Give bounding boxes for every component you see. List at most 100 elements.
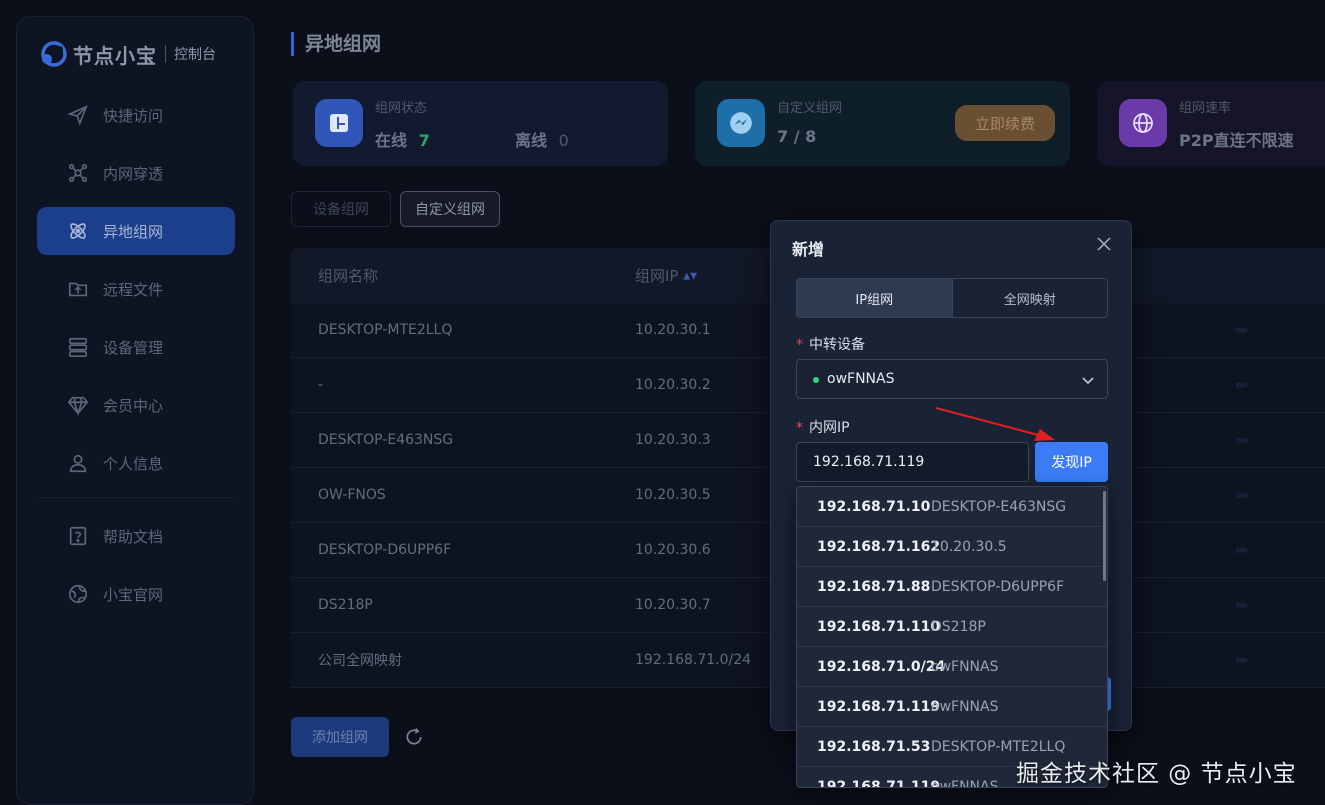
- ip-suggestion-list: 192.168.71.10 DESKTOP-E463NSG 192.168.71.1…: [797, 487, 1107, 788]
- row-name: DESKTOP-D6UPP6F: [318, 542, 452, 558]
- offline-count: 0: [558, 131, 569, 150]
- brand-name: 节点小宝: [73, 43, 157, 68]
- refresh-icon[interactable]: [404, 727, 424, 747]
- network-speed-value: P2P直连不限速: [1179, 131, 1294, 150]
- lan-ip-label-text: 内网IP: [809, 420, 850, 436]
- required-mark: *: [796, 337, 803, 353]
- network-icon: [68, 163, 88, 183]
- close-icon[interactable]: [1097, 237, 1111, 251]
- sidebar-item-quick-access[interactable]: 快捷访问: [37, 91, 235, 139]
- segment-ip-network[interactable]: IP组网: [797, 279, 953, 317]
- offline-label: 离线: [515, 131, 548, 150]
- row-action-arrow-icon[interactable]: ››››: [1235, 488, 1248, 502]
- online-count: 7: [418, 131, 430, 150]
- add-network-button[interactable]: 添加组网: [291, 717, 389, 757]
- sort-icon[interactable]: ▲▼: [683, 272, 697, 282]
- sidebar-item-label: 小宝官网: [103, 585, 164, 604]
- sidebar-item-label: 内网穿透: [103, 164, 164, 183]
- segment-full-mapping[interactable]: 全网映射: [953, 279, 1108, 317]
- ip-suggestion-item[interactable]: 192.168.71.119 owFNNAS: [797, 687, 1107, 727]
- sidebar-item-label: 个人信息: [103, 454, 164, 473]
- nav-divider: [37, 497, 235, 498]
- relay-device-select[interactable]: owFNNAS: [796, 359, 1108, 399]
- suggestion-ip: 192.168.71.110: [817, 618, 941, 635]
- sidebar-item-devices[interactable]: 设备管理: [37, 323, 235, 371]
- row-action-arrow-icon[interactable]: ››››: [1235, 378, 1248, 392]
- sidebar-item-label: 异地组网: [103, 222, 164, 241]
- dropdown-scrollbar[interactable]: [1103, 491, 1106, 581]
- sidebar-item-remote-files[interactable]: 远程文件: [37, 265, 235, 313]
- sidebar-item-profile[interactable]: 个人信息: [37, 439, 235, 487]
- suggestion-ip: 192.168.71.88: [817, 578, 931, 595]
- renew-button[interactable]: 立即续费: [955, 105, 1055, 141]
- watermark: 掘金技术社区 @ 节点小宝: [1016, 761, 1297, 787]
- sidebar-item-help[interactable]: 帮助文档: [37, 512, 235, 560]
- row-action-arrow-icon[interactable]: ››››: [1235, 653, 1248, 667]
- row-action-arrow-icon[interactable]: ››››: [1235, 323, 1248, 337]
- ip-suggestion-item[interactable]: 192.168.71.10 DESKTOP-E463NSG: [797, 487, 1107, 527]
- suggestion-host: DESKTOP-D6UPP6F: [931, 578, 1065, 595]
- send-icon: [67, 105, 88, 126]
- annotation-arrow: [935, 407, 1055, 441]
- ip-suggestion-item[interactable]: 192.168.71.162 10.20.30.5: [797, 527, 1107, 567]
- lan-ip-label: * 内网IP: [796, 417, 850, 437]
- folder-upload-icon: [68, 282, 88, 297]
- suggestion-host: 10.20.30.5: [931, 538, 1007, 555]
- sidebar-nav: 快捷访问 内网穿透 异地组网 远程文件 设备管理 会员中心 个人信息 帮助文档 …: [37, 91, 235, 628]
- dialog-title: 新增: [792, 240, 825, 259]
- suggestion-host: DESKTOP-MTE2LLQ: [931, 738, 1066, 755]
- sidebar-item-label: 远程文件: [103, 280, 164, 299]
- ip-suggestion-item[interactable]: 192.168.71.0/24 owFNNAS: [797, 647, 1107, 687]
- sidebar-item-website[interactable]: 小宝官网: [37, 570, 235, 618]
- mode-segmented-control: IP组网 全网映射: [796, 278, 1108, 318]
- row-name: 公司全网映射: [318, 653, 402, 669]
- online-label: 在线: [375, 131, 408, 150]
- sidebar: 节点小宝 控制台 快捷访问 内网穿透 异地组网 远程文件 设备管理 会员中心 个…: [16, 16, 254, 805]
- row-action-arrow-icon[interactable]: ››››: [1235, 543, 1248, 557]
- suggestion-ip: 192.168.71.0/24: [817, 658, 946, 675]
- logo-icon: [41, 41, 67, 67]
- row-action-arrow-icon[interactable]: ››››: [1235, 598, 1248, 612]
- header-ip-label: 组网IP: [635, 267, 679, 285]
- row-name: DESKTOP-E463NSG: [318, 432, 454, 448]
- suggestion-ip: 192.168.71.10: [817, 498, 931, 515]
- row-name: DS218P: [318, 597, 373, 613]
- suggestion-host: owFNNAS: [931, 778, 999, 788]
- suggestion-ip: 192.168.71.53: [817, 738, 931, 755]
- layout-icon: [315, 99, 363, 147]
- brand-subtitle: 控制台: [174, 47, 216, 63]
- sidebar-item-tunnel[interactable]: 内网穿透: [37, 149, 235, 197]
- offline-status: 离线 0: [515, 127, 569, 151]
- relay-device-value: owFNNAS: [827, 371, 895, 387]
- brand[interactable]: 节点小宝 控制台: [39, 39, 216, 69]
- online-status: 在线 7: [375, 127, 430, 151]
- sidebar-item-membership[interactable]: 会员中心: [37, 381, 235, 429]
- suggestion-host: DS218P: [931, 618, 986, 635]
- relay-device-label: * 中转设备: [796, 334, 865, 354]
- ip-suggestion-item[interactable]: 192.168.71.110 DS218P: [797, 607, 1107, 647]
- custom-network-value: 7 / 8: [777, 127, 817, 146]
- diamond-icon: [67, 396, 89, 416]
- sidebar-item-label: 设备管理: [103, 338, 164, 357]
- brand-divider: [165, 45, 166, 63]
- row-action-arrow-icon[interactable]: ››››: [1235, 433, 1248, 447]
- chevron-down-icon: [1082, 377, 1094, 385]
- tab-device-network[interactable]: 设备组网: [291, 191, 391, 227]
- globe-speed-icon: [1119, 99, 1167, 147]
- sidebar-item-label: 快捷访问: [103, 106, 164, 125]
- help-doc-icon: [69, 526, 87, 546]
- suggestion-ip: 192.168.71.119: [817, 778, 941, 788]
- row-name: -: [318, 377, 324, 393]
- required-mark: *: [796, 420, 803, 436]
- suggestion-host: owFNNAS: [931, 658, 999, 675]
- custom-network-label: 自定义组网: [777, 101, 843, 116]
- tab-custom-network[interactable]: 自定义组网: [400, 191, 500, 227]
- suggestion-host: owFNNAS: [931, 698, 999, 715]
- relay-device-label-text: 中转设备: [809, 337, 865, 353]
- messenger-icon: [717, 99, 765, 147]
- sidebar-item-remote-network[interactable]: 异地组网: [37, 207, 235, 255]
- header-name: 组网名称: [318, 267, 379, 285]
- globe-icon: [68, 584, 88, 604]
- ip-suggestion-item[interactable]: 192.168.71.88 DESKTOP-D6UPP6F: [797, 567, 1107, 607]
- sidebar-item-label: 会员中心: [103, 396, 164, 415]
